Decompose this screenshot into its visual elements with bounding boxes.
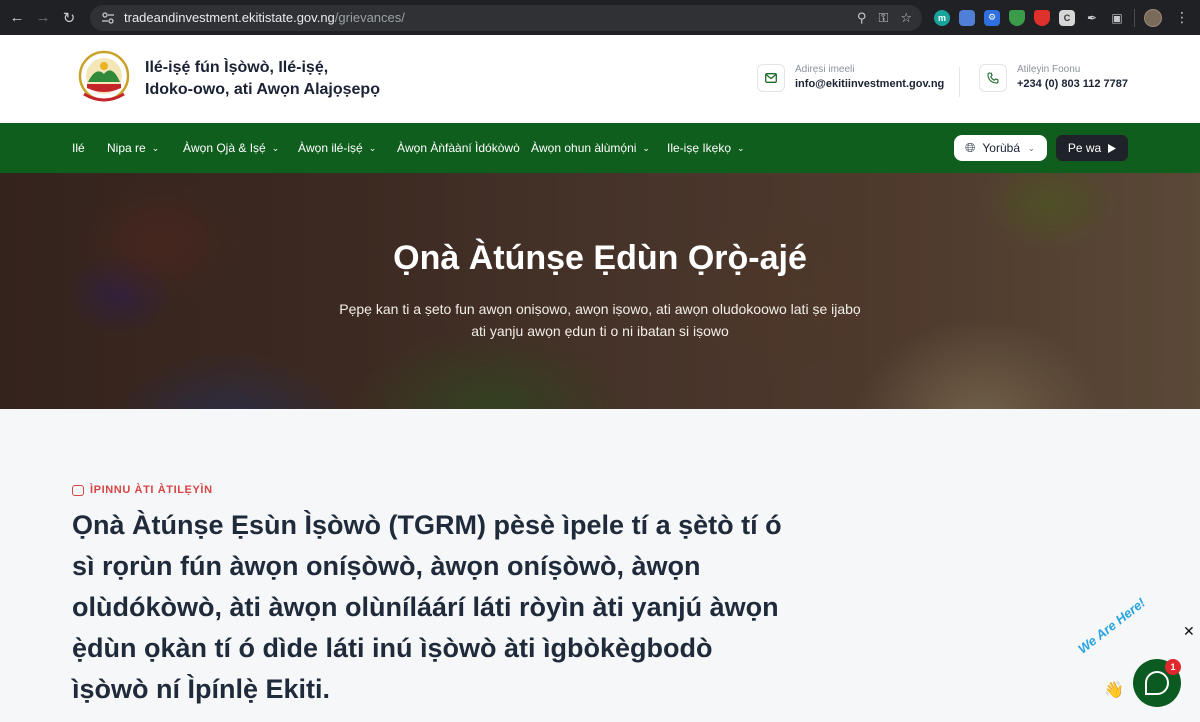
chevron-down-icon: ⌄: [271, 142, 280, 153]
ekiti-ministry-logo[interactable]: [78, 50, 130, 108]
forward-arrow-icon[interactable]: →: [30, 5, 56, 31]
play-arrow-icon: [1108, 143, 1117, 153]
chevron-down-icon: ⌄: [151, 142, 160, 153]
url-host: tradeandinvestment.ekitistate.gov.ng: [124, 10, 335, 25]
nav-item-agencies[interactable]: Àwọn ilé-iṣẹ́ ⌄: [298, 123, 376, 173]
bookmark-star-icon[interactable]: ☆: [900, 10, 912, 26]
section-headline: Ọnà Àtúnṣe Ẹsùn Ìṣòwò (TGRM) pèsè ìpele …: [72, 510, 782, 704]
eyebrow-label: ÌPINNU ÀTI ÀTILẸYÌN: [90, 484, 213, 496]
email-label: Adirẹsi imeeli: [795, 64, 855, 75]
nav-item-label: Àwọn Àǹfààní Ìdókòwò: [397, 141, 520, 155]
extension-brave-shield-icon[interactable]: [1034, 9, 1050, 26]
section-eyebrow: ÌPINNU ÀTI ÀTILẸYÌN: [72, 484, 213, 496]
ministry-name-line-1: Ilé-iṣẹ́ fún Ìṣòwò, Ilé-iṣẹ́,: [145, 59, 329, 76]
profile-avatar[interactable]: [1144, 8, 1162, 27]
nav-item-label: Ile-iṣẹ Ikẹkọ: [667, 141, 732, 155]
nav-item-label: Àwọn Ọjà & Iṣẹ́: [183, 141, 266, 155]
browser-menu-icon[interactable]: ⋮: [1175, 9, 1189, 26]
globe-icon: 🌐︎: [965, 140, 976, 155]
chat-bubble-icon: [72, 484, 84, 496]
chat-unread-badge: 1: [1165, 659, 1181, 675]
main-navigation: Ilé Nipa re ⌄ Àwọn Ọjà & Iṣẹ́ ⌄ Àwọn ilé-i…: [0, 123, 1200, 173]
waving-hand-icon: 👋: [1104, 682, 1124, 699]
hero-subtitle: Pẹpẹ kan ti a ṣeto fun awọn oniṣowo, awọ…: [339, 301, 861, 339]
phone-value[interactable]: +234 (0) 803 112 7787: [1017, 76, 1128, 92]
chevron-down-icon: ⌄: [368, 142, 377, 153]
hero-overlay: [0, 173, 1200, 409]
chevron-down-icon: ⌄: [642, 142, 650, 153]
address-bar[interactable]: tradeandinvestment.ekitistate.gov.ng/gri…: [90, 4, 922, 31]
contact-divider: [959, 67, 960, 97]
email-value[interactable]: info@ekitiinvestment.gov.ng: [795, 76, 944, 92]
contact-us-button[interactable]: Pe wa: [1056, 135, 1128, 161]
hero-banner: Ọnà Àtúnṣe Ẹdùn Ọrọ̀-ajé Pẹpẹ kan ti a ṣ…: [0, 173, 1200, 409]
hero-title: Ọnà Àtúnṣe Ẹdùn Ọrọ̀-ajé: [393, 239, 807, 277]
extension-gear-icon[interactable]: ⚙: [984, 9, 1000, 26]
chat-close-icon[interactable]: ✕: [1183, 623, 1195, 640]
password-key-icon[interactable]: ⚿: [878, 10, 888, 26]
mail-icon: [757, 64, 785, 92]
language-label: Yorùbá: [982, 141, 1020, 155]
nav-item-home[interactable]: Ilé: [72, 123, 85, 173]
ministry-name[interactable]: Ilé-iṣẹ́ fún Ìṣòwò, Ilé-iṣẹ́, Idoko-owo,…: [145, 57, 380, 101]
extension-m-icon[interactable]: m: [934, 9, 950, 26]
phone-label: Atilẹyin Foonu: [1017, 64, 1081, 75]
content-section: ÌPINNU ÀTI ÀTILẸYÌN Ọnà Àtúnṣe Ẹsùn Ìṣòw…: [0, 409, 1200, 722]
email-contact[interactable]: Adirẹsi imeeli info@ekitiinvestment.gov.…: [757, 64, 944, 92]
extension-doc-icon[interactable]: [959, 9, 975, 26]
reload-icon[interactable]: ↻: [56, 5, 82, 31]
extension-shield-icon[interactable]: [1009, 9, 1025, 26]
chat-icon: [1145, 671, 1169, 695]
language-selector[interactable]: 🌐︎ Yorùbá ⌄: [954, 135, 1047, 161]
ministry-name-line-2: Idoko-owo, ati Awọn Alajọṣepọ: [145, 81, 380, 98]
nav-item-products-services[interactable]: Àwọn Ọjà & Iṣẹ́ ⌄: [183, 123, 279, 173]
site-settings-icon[interactable]: [100, 10, 116, 26]
eyedropper-icon[interactable]: ✒: [1084, 10, 1100, 26]
site-header: Ilé-iṣẹ́ fún Ìṣòwò, Ilé-iṣẹ́, Idoko-owo,…: [0, 35, 1200, 123]
nav-item-about[interactable]: Nipa re ⌄: [107, 123, 159, 173]
phone-contact[interactable]: Atilẹyin Foonu +234 (0) 803 112 7787: [979, 64, 1128, 92]
nav-item-label: Ilé: [72, 141, 85, 155]
toolbar-divider: [1134, 8, 1135, 27]
zoom-icon[interactable]: ⚲: [857, 10, 867, 26]
chevron-down-icon: ⌄: [737, 142, 745, 153]
nav-item-investment-opportunities[interactable]: Àwọn Àǹfààní Ìdókòwò: [397, 123, 520, 173]
nav-item-label: Àwọn ilé-iṣẹ́: [298, 141, 363, 155]
extension-c-icon[interactable]: C: [1059, 9, 1075, 26]
nav-item-training-centre[interactable]: Ile-iṣẹ Ikẹkọ ⌄: [667, 123, 745, 173]
url-path: /grievances/: [334, 10, 405, 25]
chevron-down-icon: ⌄: [1028, 143, 1035, 153]
phone-icon: [979, 64, 1007, 92]
nav-item-label: Nipa re: [107, 141, 146, 155]
nav-item-label: Àwọn ohun àlùmọ́ni: [531, 141, 637, 155]
nav-item-resources[interactable]: Àwọn ohun àlùmọ́ni ⌄: [531, 123, 650, 173]
contact-us-label: Pe wa: [1067, 141, 1102, 155]
back-arrow-icon[interactable]: ←: [4, 5, 30, 31]
browser-toolbar: ← → ↻ tradeandinvestment.ekitistate.gov.…: [0, 0, 1200, 35]
extensions-puzzle-icon[interactable]: ▣: [1109, 10, 1125, 26]
